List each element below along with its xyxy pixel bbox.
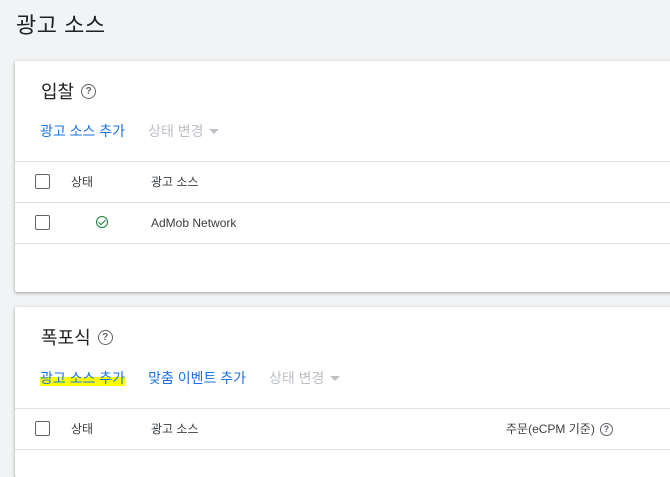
caret-down-icon [209,128,220,134]
help-icon[interactable]: ? [97,329,113,345]
column-header-ad-source[interactable]: 광고 소스 [151,162,199,202]
table-header-row: 상태 광고 소스 주문(eCPM 기준) ? [15,408,670,449]
bidding-toolbar: 광고 소스 추가 상태 변경 [40,121,220,141]
bidding-section-title: 입찰 ? [41,78,97,104]
waterfall-toolbar: 광고 소스 추가 맞춤 이벤트 추가 상태 변경 [40,368,341,388]
row-checkbox[interactable] [35,215,50,230]
bidding-title-text: 입찰 [41,82,75,102]
help-icon[interactable]: ? [81,83,97,99]
page-title: 광고 소스 [16,13,106,38]
select-all-checkbox[interactable] [35,421,50,436]
bidding-card: 입찰 ? 광고 소스 추가 상태 변경 상태 광고 소스 AdMob Netwo… [15,61,670,292]
table-divider [15,449,670,450]
check-circle-icon [96,216,108,228]
add-ad-source-button[interactable]: 광고 소스 추가 [40,368,126,388]
table-divider [15,243,670,244]
caret-down-icon [330,375,341,381]
column-header-status[interactable]: 상태 [71,162,93,202]
waterfall-card: 폭포식 ? 광고 소스 추가 맞춤 이벤트 추가 상태 변경 상태 광고 소스 … [15,307,670,477]
table-row: AdMob Network [15,202,670,243]
ad-source-name[interactable]: AdMob Network [151,203,236,243]
column-header-status[interactable]: 상태 [71,409,93,449]
add-custom-event-button[interactable]: 맞춤 이벤트 추가 [148,368,246,388]
table-header-row: 상태 광고 소스 [15,161,670,202]
waterfall-title-text: 폭포식 [41,328,91,348]
change-status-label: 상태 변경 [148,123,204,139]
column-header-order-label: 주문(eCPM 기준) [506,422,595,436]
column-header-order[interactable]: 주문(eCPM 기준) ? [506,409,613,449]
column-header-ad-source[interactable]: 광고 소스 [151,409,199,449]
help-icon[interactable]: ? [599,422,613,436]
change-status-label: 상태 변경 [269,370,325,386]
add-ad-source-button[interactable]: 광고 소스 추가 [40,121,125,141]
waterfall-section-title: 폭포식 ? [41,324,113,350]
change-status-button[interactable]: 상태 변경 [148,121,220,141]
select-all-checkbox[interactable] [35,174,50,189]
change-status-button[interactable]: 상태 변경 [269,368,341,388]
